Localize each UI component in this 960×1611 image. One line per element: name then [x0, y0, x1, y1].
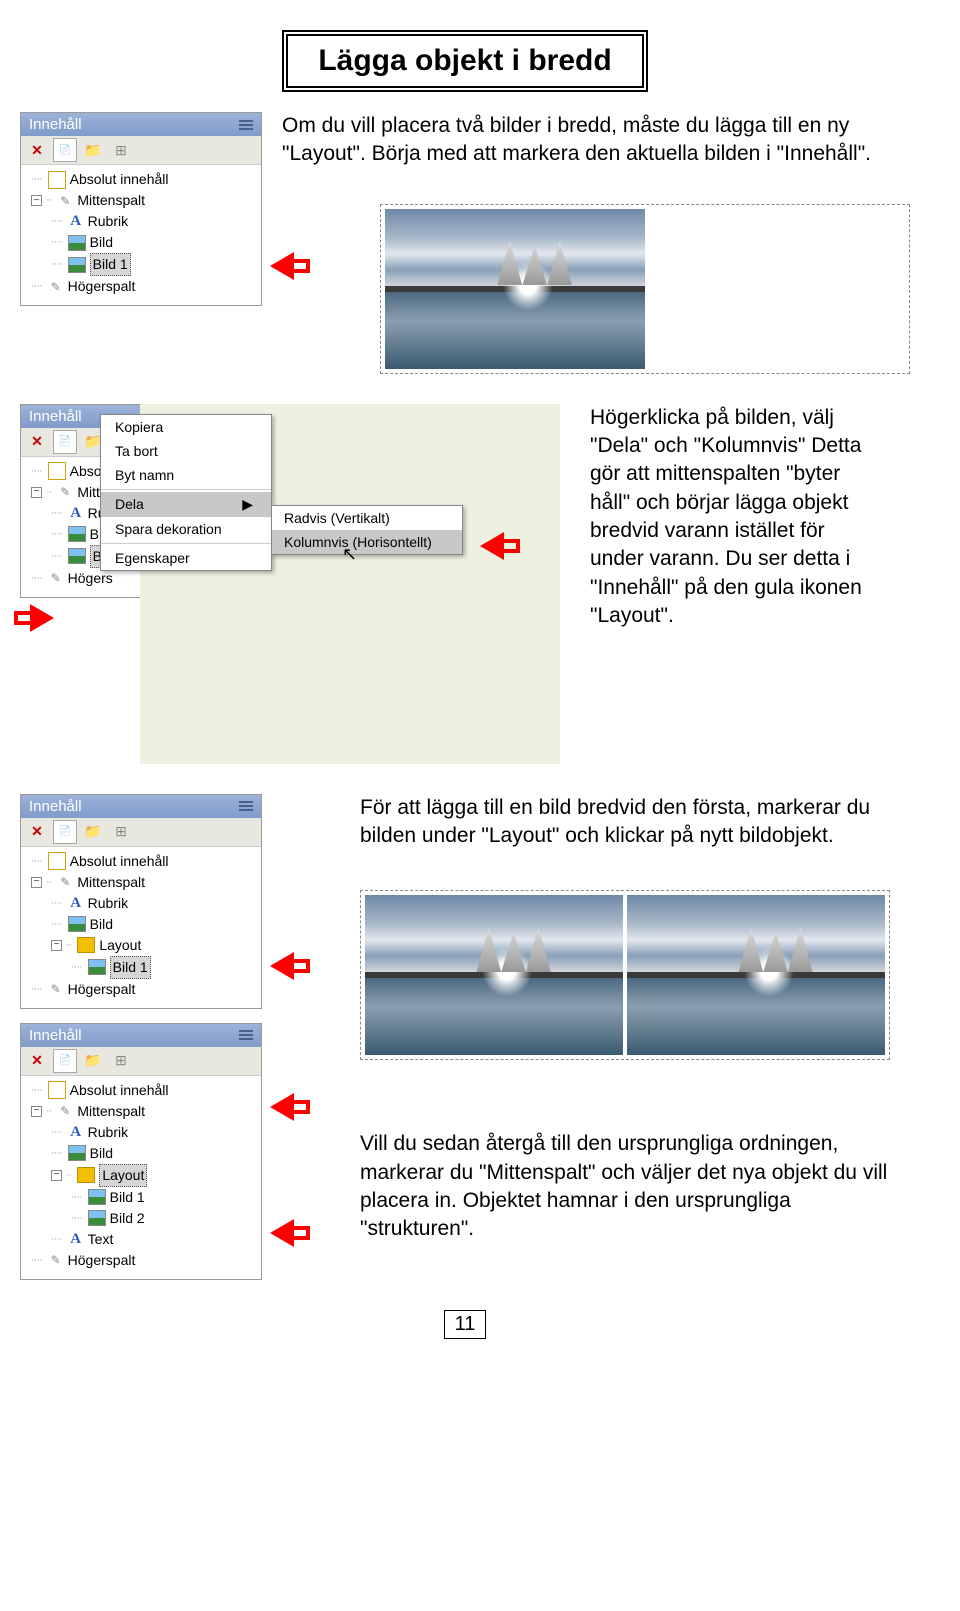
new-page-icon[interactable]: 📄 — [53, 430, 77, 454]
panel-col-3: Innehåll ✕ 📄 📁 ⊞ ····Absolut innehåll −·… — [20, 794, 260, 1009]
delete-icon[interactable]: ✕ — [25, 138, 49, 162]
panel-header-label: Innehåll — [29, 798, 82, 815]
grid-icon: ⊞ — [109, 1049, 133, 1073]
red-arrow-4 — [270, 952, 294, 980]
row-2: Innehåll ✕ 📄 📁 ⊞ ····Absolut innehåll −·… — [20, 404, 910, 764]
tree-bild[interactable]: ····Bild — [23, 1143, 259, 1164]
panel-toolbar: ✕ 📄 📁 ⊞ — [21, 136, 261, 165]
ship-image-left — [365, 895, 623, 1055]
tree-absolut[interactable]: ····Absolut innehåll — [23, 1080, 259, 1101]
tree-hogerspalt[interactable]: ····✎Högerspalt — [23, 1250, 259, 1271]
ship-image — [385, 209, 645, 369]
para2-text: Högerklicka på bilden, välj "Dela" och "… — [590, 404, 870, 631]
tree-rubrik[interactable]: ····ARubrik — [23, 211, 259, 232]
panel-header[interactable]: Innehåll — [21, 1024, 261, 1047]
tree-layout[interactable]: −··Layout — [23, 1164, 259, 1187]
new-page-icon[interactable]: 📄 — [53, 138, 77, 162]
tree-4: ····Absolut innehåll −··✎Mittenspalt ···… — [21, 1076, 261, 1279]
ctx-egenskaper[interactable]: Egenskaper — [101, 546, 271, 570]
new-page-icon[interactable]: 📄 — [53, 820, 77, 844]
context-menu[interactable]: Kopiera Ta bort Byt namn Dela▶ Spara dek… — [100, 414, 272, 571]
tree-text[interactable]: ····AText — [23, 1229, 259, 1250]
intro-text: Om du vill placera två bilder i bredd, m… — [282, 112, 910, 374]
folder-icon[interactable]: 📁 — [81, 1049, 105, 1073]
page-title: Lägga objekt i bredd — [282, 30, 647, 92]
tree-mittenspalt[interactable]: −··✎Mittenspalt — [23, 872, 259, 893]
tree-rubrik[interactable]: ····ARubrik — [23, 893, 259, 914]
tree-bild2[interactable]: ····Bild 2 — [23, 1208, 259, 1229]
delete-icon[interactable]: ✕ — [25, 430, 49, 454]
panel-col-4: Innehåll ✕ 📄 📁 ⊞ ····Absolut innehåll −·… — [20, 1023, 260, 1280]
content-panel-4: Innehåll ✕ 📄 📁 ⊞ ····Absolut innehåll −·… — [20, 1023, 262, 1280]
tree-mittenspalt[interactable]: −··✎Mittenspalt — [23, 190, 259, 211]
grid-icon: ⊞ — [109, 138, 133, 162]
delete-icon[interactable]: ✕ — [25, 820, 49, 844]
content-panel-3: Innehåll ✕ 📄 📁 ⊞ ····Absolut innehåll −·… — [20, 794, 262, 1009]
tree-absolut[interactable]: ····Absolut innehåll — [23, 851, 259, 872]
chevron-right-icon: ▶ — [242, 496, 253, 513]
ctx-separator — [101, 489, 271, 490]
tree-bild1[interactable]: ····Bild 1 — [23, 956, 259, 979]
context-area: Kopiera Ta bort Byt namn Dela▶ Spara dek… — [140, 404, 560, 764]
ctx-spara[interactable]: Spara dekoration — [101, 517, 271, 541]
red-arrow-5 — [270, 1093, 294, 1121]
list-view-icon[interactable] — [239, 801, 253, 811]
right-column: För att lägga till en bild bredvid den f… — [280, 794, 910, 1244]
panel-header[interactable]: Innehåll — [21, 113, 261, 136]
context-submenu[interactable]: Radvis (Vertikalt) Kolumnvis (Horisontel… — [271, 505, 463, 555]
grid-icon: ⊞ — [109, 820, 133, 844]
tree-hogerspalt[interactable]: ····✎Högerspalt — [23, 276, 259, 297]
submenu-kolumnvis[interactable]: Kolumnvis (Horisontellt) ↖ — [272, 530, 462, 554]
page-number: 11 — [444, 1310, 486, 1339]
tree-bild1[interactable]: ····Bild 1 — [23, 1187, 259, 1208]
ctx-bytnamn[interactable]: Byt namn — [101, 463, 271, 487]
new-page-icon[interactable]: 📄 — [53, 1049, 77, 1073]
folder-icon[interactable]: 📁 — [81, 820, 105, 844]
panel-toolbar: ✕ 📄 📁 ⊞ — [21, 818, 261, 847]
tree-3: ····Absolut innehåll −··✎Mittenspalt ···… — [21, 847, 261, 1008]
panel-header-label: Innehåll — [29, 116, 82, 133]
panels-left: Innehåll ✕ 📄 📁 ⊞ ····Absolut innehåll −·… — [20, 794, 260, 1280]
para4-text: Vill du sedan återgå till den ursprungli… — [360, 1130, 910, 1243]
tree-mittenspalt[interactable]: −··✎Mittenspalt — [23, 1101, 259, 1122]
tree-hogerspalt[interactable]: ····✎Högerspalt — [23, 979, 259, 1000]
image-preview-single — [380, 204, 910, 374]
content-panel-1: Innehåll ✕ 📄 📁 ⊞ ····Absolut innehåll −·… — [20, 112, 262, 306]
tree-layout[interactable]: −··Layout — [23, 935, 259, 956]
red-arrow-1 — [270, 252, 294, 280]
panel-col-1: Innehåll ✕ 📄 📁 ⊞ ····Absolut innehåll −·… — [20, 112, 262, 306]
ctx-kopiera[interactable]: Kopiera — [101, 415, 271, 439]
row-3: Innehåll ✕ 📄 📁 ⊞ ····Absolut innehåll −·… — [20, 794, 910, 1280]
ctx-dela[interactable]: Dela▶ — [101, 492, 271, 517]
folder-icon[interactable]: 📁 — [81, 138, 105, 162]
tree-bild[interactable]: ····Bild — [23, 914, 259, 935]
panel-header-label: Innehåll — [29, 1027, 82, 1044]
ctx-separator — [101, 543, 271, 544]
para3-text: För att lägga till en bild bredvid den f… — [360, 794, 910, 851]
page: Lägga objekt i bredd Innehåll ✕ 📄 📁 ⊞ ··… — [0, 0, 960, 1369]
image-preview-double — [360, 890, 890, 1060]
tree-1: ····Absolut innehåll −··✎Mittenspalt ···… — [21, 165, 261, 305]
tree-absolut[interactable]: ····Absolut innehåll — [23, 169, 259, 190]
tree-bild1[interactable]: ····Bild 1 — [23, 253, 259, 276]
delete-icon[interactable]: ✕ — [25, 1049, 49, 1073]
list-view-icon[interactable] — [239, 120, 253, 130]
ctx-tabort[interactable]: Ta bort — [101, 439, 271, 463]
panel-header-label: Innehåll — [29, 408, 82, 425]
tree-rubrik[interactable]: ····ARubrik — [23, 1122, 259, 1143]
list-view-icon[interactable] — [239, 1030, 253, 1040]
row-1: Innehåll ✕ 📄 📁 ⊞ ····Absolut innehåll −·… — [20, 112, 910, 374]
panel-header[interactable]: Innehåll — [21, 795, 261, 818]
tree-bild[interactable]: ····Bild — [23, 232, 259, 253]
red-arrow-3 — [480, 532, 504, 560]
panel-toolbar: ✕ 📄 📁 ⊞ — [21, 1047, 261, 1076]
red-arrow-6 — [270, 1219, 294, 1247]
submenu-radvis[interactable]: Radvis (Vertikalt) — [272, 506, 462, 530]
ship-image-right — [627, 895, 885, 1055]
red-arrow-2 — [30, 604, 54, 632]
